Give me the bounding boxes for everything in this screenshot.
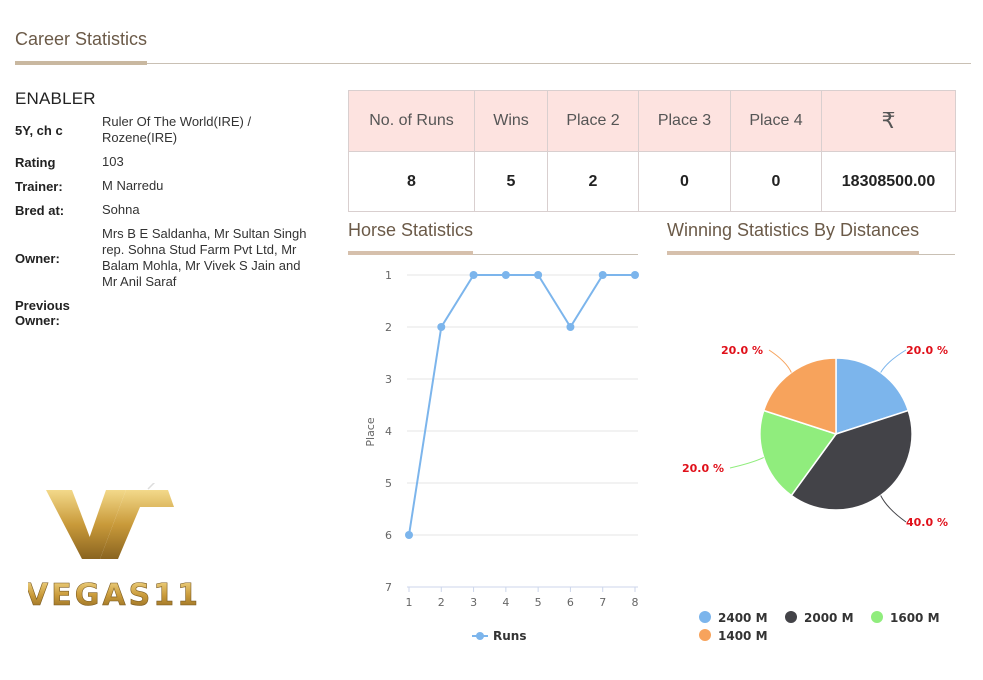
y-tick-label: 2 xyxy=(385,321,392,334)
section-rule-accent xyxy=(15,61,147,65)
pie-data-label: 40.0 % xyxy=(906,516,948,529)
pie-data-label: 20.0 % xyxy=(721,344,763,357)
y-tick-label: 6 xyxy=(385,529,392,542)
detail-label: Owner: xyxy=(15,250,60,266)
detail-value: M Narredu xyxy=(102,178,164,193)
legend-label: 2400 M xyxy=(718,611,768,625)
x-tick-label: 8 xyxy=(632,596,639,609)
y-tick-label: 1 xyxy=(385,269,392,282)
detail-row-previous-owner: Previous Owner: xyxy=(15,298,315,328)
detail-row-bred: Bred at: Sohna xyxy=(15,202,315,218)
data-point xyxy=(501,271,510,279)
detail-label: Rating xyxy=(15,154,56,170)
col-header-place2: Place 2 xyxy=(547,90,639,152)
col-header-runs: No. of Runs xyxy=(348,90,475,152)
legend-label: 2000 M xyxy=(804,611,854,625)
data-point xyxy=(469,271,478,279)
connector-line xyxy=(880,495,907,523)
detail-value: 103 xyxy=(102,154,124,169)
x-tick-label: 2 xyxy=(438,596,445,609)
legend-marker xyxy=(871,611,883,623)
horse-statistics-title: Horse Statistics xyxy=(348,220,474,240)
y-tick-label: 4 xyxy=(385,425,392,438)
legend-label: 1400 M xyxy=(718,629,768,643)
x-tick-label: 5 xyxy=(535,596,542,609)
x-tick-label: 7 xyxy=(599,596,606,609)
legend-label-runs: Runs xyxy=(493,629,526,643)
detail-row-rating: Rating 103 xyxy=(15,154,315,170)
horse-statistics-chart: 1 2 3 4 5 6 7 1 2 3 4 5 6 7 8 Place Runs xyxy=(364,269,639,643)
table-header-row: No. of Runs Wins Place 2 Place 3 Place 4… xyxy=(348,90,956,152)
data-point xyxy=(631,271,639,279)
y-axis-title: Place xyxy=(364,417,377,446)
section-rule xyxy=(15,63,971,64)
winning-statistics-rule-accent xyxy=(667,251,919,255)
logo-text: VEGAS11 xyxy=(28,578,198,613)
y-tick-label: 5 xyxy=(385,477,392,490)
cell-place3: 0 xyxy=(638,151,731,212)
series-line-runs xyxy=(408,274,635,536)
col-header-wins: Wins xyxy=(474,90,548,152)
detail-label: Bred at: xyxy=(15,202,65,218)
cell-runs: 8 xyxy=(348,151,475,212)
data-point xyxy=(437,323,446,331)
col-header-place3: Place 3 xyxy=(638,90,731,152)
table-row: 8 5 2 0 0 18308500.00 xyxy=(348,151,956,212)
career-stats-table: No. of Runs Wins Place 2 Place 3 Place 4… xyxy=(348,90,956,212)
legend-marker-runs xyxy=(476,632,484,640)
detail-row-trainer: Trainer: M Narredu xyxy=(15,178,315,194)
horse-statistics-rule-accent xyxy=(348,251,473,255)
horse-name: ENABLER xyxy=(15,89,96,108)
detail-label: Previous Owner: xyxy=(15,298,70,328)
y-tick-label: 3 xyxy=(385,373,392,386)
x-tick-label: 1 xyxy=(406,596,413,609)
col-header-place4: Place 4 xyxy=(730,90,822,152)
rupee-icon: ₹ xyxy=(821,90,956,152)
legend-marker xyxy=(785,611,797,623)
cell-wins: 5 xyxy=(474,151,548,212)
detail-label: Trainer: xyxy=(15,178,63,194)
data-point xyxy=(534,271,543,279)
legend-marker xyxy=(699,629,711,641)
detail-value: Ruler Of The World(IRE) / Rozene(IRE) xyxy=(102,114,252,145)
vegas11-logo: VEGAS11 xyxy=(25,480,198,613)
data-point xyxy=(598,271,607,279)
winning-statistics-title: Winning Statistics By Distances xyxy=(667,220,920,240)
pie-data-label: 20.0 % xyxy=(906,344,948,357)
pie-data-label: 20.0 % xyxy=(682,462,724,475)
data-point xyxy=(566,323,575,331)
horse-details: 5Y, ch c Ruler Of The World(IRE) / Rozen… xyxy=(15,114,315,336)
detail-value: Mrs B E Saldanha, Mr Sultan Singh rep. S… xyxy=(102,226,307,289)
cell-place2: 2 xyxy=(547,151,639,212)
x-tick-label: 4 xyxy=(502,596,509,609)
detail-row-age: 5Y, ch c Ruler Of The World(IRE) / Rozen… xyxy=(15,114,315,146)
cell-place4: 0 xyxy=(730,151,822,212)
winning-statistics-chart: 20.0 % 40.0 % 20.0 % 20.0 % 2400 M 2000 M 1600… xyxy=(682,344,948,643)
data-point xyxy=(405,531,413,539)
logo-icon: VEGAS11 xyxy=(25,480,198,613)
connector-line xyxy=(768,349,792,373)
detail-row-owner: Owner: Mrs B E Saldanha, Mr Sultan Singh… xyxy=(15,226,315,290)
y-tick-label: 7 xyxy=(385,581,392,594)
connector-line xyxy=(729,457,764,469)
detail-label: 5Y, ch c xyxy=(15,122,63,138)
connector-line xyxy=(880,349,907,373)
section-title: Career Statistics xyxy=(15,29,148,49)
legend-label: 1600 M xyxy=(890,611,940,625)
legend-marker xyxy=(699,611,711,623)
x-tick-label: 3 xyxy=(470,596,477,609)
x-tick-label: 6 xyxy=(567,596,574,609)
cell-earnings: 18308500.00 xyxy=(821,151,956,212)
detail-value: Sohna xyxy=(102,202,140,217)
